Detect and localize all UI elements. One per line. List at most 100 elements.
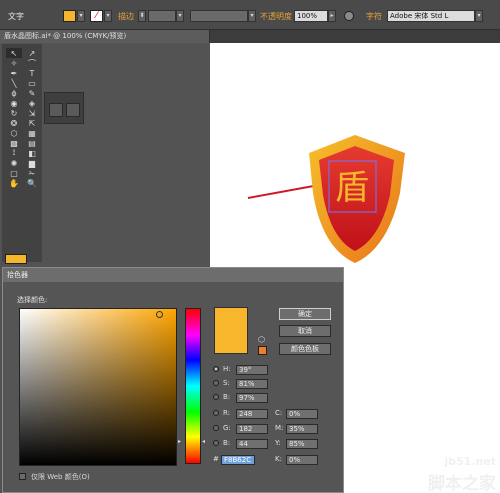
illustrator-window: 文字 ▾ ⁄ ▾ 描边 ⬍ ▾ ▾ 不透明度 100% ▸ 字符 Adobe 宋… xyxy=(0,0,500,493)
paintbrush-icon[interactable]: ɸ xyxy=(6,88,22,98)
opacity-field[interactable]: 100% xyxy=(294,10,328,22)
rectangle-icon[interactable]: ▭ xyxy=(24,78,40,88)
brightness-radio[interactable] xyxy=(213,394,219,400)
perspective-icon[interactable]: ▦ xyxy=(24,128,40,138)
dialog-title: 拾色器 xyxy=(3,268,343,282)
saturation-label: S: xyxy=(223,379,230,387)
panel-tab-icon[interactable] xyxy=(49,103,63,117)
menu-lines-icon[interactable] xyxy=(66,103,80,117)
direct-select-icon[interactable]: ↗ xyxy=(24,48,40,58)
black-input[interactable]: 0% xyxy=(286,455,318,465)
watermark-text: 脚本之家 xyxy=(428,474,496,493)
web-colors-only-checkbox[interactable] xyxy=(19,473,26,480)
hue-label: H: xyxy=(223,365,231,373)
saturation-radio[interactable] xyxy=(213,380,219,386)
saturation-brightness-field[interactable] xyxy=(19,308,177,466)
pencil-icon[interactable]: ✎ xyxy=(24,88,40,98)
yellow-input[interactable]: 85% xyxy=(286,439,318,449)
control-bar: 文字 ▾ ⁄ ▾ 描边 ⬍ ▾ ▾ 不透明度 100% ▸ 字符 Adobe 宋… xyxy=(0,0,500,30)
stroke-label[interactable]: 描边 xyxy=(118,11,134,22)
artboard-icon[interactable]: ▢ xyxy=(6,168,22,178)
recolor-icon[interactable] xyxy=(344,11,354,21)
hue-slider-left-arrow-icon[interactable]: ▸ xyxy=(178,438,181,445)
column-graph-icon[interactable]: ▆ xyxy=(24,158,40,168)
blend-icon[interactable]: ◧ xyxy=(24,148,40,158)
document-tab[interactable]: 盾水晶图标.ai* @ 100% (CMYK/预览) xyxy=(0,30,210,43)
symbol-sprayer-icon[interactable]: ✺ xyxy=(6,158,22,168)
gamut-warning-swatch[interactable] xyxy=(258,346,267,355)
stroke-weight-field[interactable] xyxy=(148,10,176,22)
hex-input[interactable]: F8B62C xyxy=(221,455,255,465)
cyan-input[interactable]: 0% xyxy=(286,409,318,419)
black-label: K: xyxy=(275,455,282,463)
color-picker-dialog: 拾色器 选择颜色: ▸ ◂ ⬡ 确定 取消 颜色色板 H: 39° S: 81%… xyxy=(2,267,344,493)
character-label[interactable]: 字符 xyxy=(366,11,382,22)
stroke-weight-stepper[interactable]: ⬍ xyxy=(138,10,146,22)
eraser-icon[interactable]: ◈ xyxy=(24,98,40,108)
hex-label: # xyxy=(213,455,219,463)
blue-input[interactable]: 44 xyxy=(236,439,268,449)
hand-icon[interactable]: ✋ xyxy=(6,178,22,188)
slice-icon[interactable]: ✁ xyxy=(24,168,40,178)
hue-radio[interactable] xyxy=(213,366,219,372)
type-mode-label: 文字 xyxy=(8,12,24,21)
width-icon[interactable]: ❂ xyxy=(6,118,22,128)
select-color-label: 选择颜色: xyxy=(17,296,48,304)
blue-radio[interactable] xyxy=(213,440,219,446)
color-marker[interactable] xyxy=(156,311,163,318)
rotate-icon[interactable]: ↻ xyxy=(6,108,22,118)
green-input[interactable]: 182 xyxy=(236,424,268,434)
stroke-none-icon[interactable]: ⁄ xyxy=(90,10,103,22)
type-icon[interactable]: T xyxy=(24,68,40,78)
new-color-preview xyxy=(214,307,248,354)
gradient-icon[interactable]: ▤ xyxy=(24,138,40,148)
red-label: R: xyxy=(223,409,231,417)
hue-slider-right-arrow-icon[interactable]: ◂ xyxy=(202,438,205,445)
magic-wand-icon[interactable]: ✧ xyxy=(6,58,22,68)
opacity-dropdown-icon[interactable]: ▸ xyxy=(328,10,336,22)
pen-icon[interactable]: ✒ xyxy=(6,68,22,78)
tools-panel: ↖ ↗ ✧ ⌒ ✒ T ╲ ▭ ɸ ✎ ◉ ◈ ↻ ⇲ ❂ ⇱ ⬡ ▦ ▩ ▤ ⟟ ◧ ✺ ▆ ▢ ✁ ✋ 🔍 xyxy=(2,44,42,264)
watermark: jb51.net 脚本之家 xyxy=(392,453,500,493)
fill-swatch[interactable] xyxy=(63,10,76,22)
magenta-input[interactable]: 35% xyxy=(286,424,318,434)
red-input[interactable]: 248 xyxy=(236,409,268,419)
out-of-gamut-cube-icon[interactable]: ⬡ xyxy=(258,335,265,344)
scale-icon[interactable]: ⇲ xyxy=(24,108,40,118)
color-swatches-button[interactable]: 颜色色板 xyxy=(279,343,331,355)
green-radio[interactable] xyxy=(213,425,219,431)
ok-button[interactable]: 确定 xyxy=(279,308,331,320)
blob-brush-icon[interactable]: ◉ xyxy=(6,98,22,108)
free-transform-icon[interactable]: ⇱ xyxy=(24,118,40,128)
web-colors-only-label[interactable]: 仅限 Web 颜色(O) xyxy=(31,472,90,482)
pasteboard[interactable] xyxy=(44,43,210,270)
fill-color-swatch[interactable] xyxy=(5,254,27,264)
green-label: G: xyxy=(223,424,231,432)
brightness-input[interactable]: 97% xyxy=(236,393,268,403)
selection-arrow-icon[interactable]: ↖ xyxy=(6,48,22,58)
zoom-icon[interactable]: 🔍 xyxy=(24,178,40,188)
stroke-dropdown-icon[interactable]: ▾ xyxy=(104,10,112,22)
opacity-label[interactable]: 不透明度 xyxy=(260,11,292,22)
tools-grid: ↖ ↗ ✧ ⌒ ✒ T ╲ ▭ ɸ ✎ ◉ ◈ ↻ ⇲ ❂ ⇱ ⬡ ▦ ▩ ▤ ⟟ ◧ ✺ ▆ ▢ ✁ ✋ 🔍 xyxy=(6,48,40,188)
profile-dropdown-icon[interactable]: ▾ xyxy=(248,10,256,22)
shield-glyph[interactable]: 盾 xyxy=(335,168,369,208)
blue-label: B: xyxy=(223,439,231,447)
line-icon[interactable]: ╲ xyxy=(6,78,22,88)
collapsed-panel-dock xyxy=(44,92,84,124)
variable-width-profile[interactable] xyxy=(190,10,248,22)
lasso-icon[interactable]: ⌒ xyxy=(24,58,40,68)
hue-input[interactable]: 39° xyxy=(236,365,268,375)
fill-dropdown-icon[interactable]: ▾ xyxy=(77,10,85,22)
red-radio[interactable] xyxy=(213,410,219,416)
cancel-button[interactable]: 取消 xyxy=(279,325,331,337)
font-dropdown-icon[interactable]: ▾ xyxy=(475,10,483,22)
eyedropper-icon[interactable]: ⟟ xyxy=(6,148,22,158)
magenta-label: M: xyxy=(275,424,284,432)
stroke-weight-dropdown-icon[interactable]: ▾ xyxy=(176,10,184,22)
saturation-input[interactable]: 81% xyxy=(236,379,268,389)
shape-builder-icon[interactable]: ⬡ xyxy=(6,128,22,138)
hue-slider[interactable] xyxy=(185,308,201,464)
mesh-icon[interactable]: ▩ xyxy=(6,138,22,148)
font-family-field[interactable]: Adobe 宋体 Std L xyxy=(387,10,475,22)
